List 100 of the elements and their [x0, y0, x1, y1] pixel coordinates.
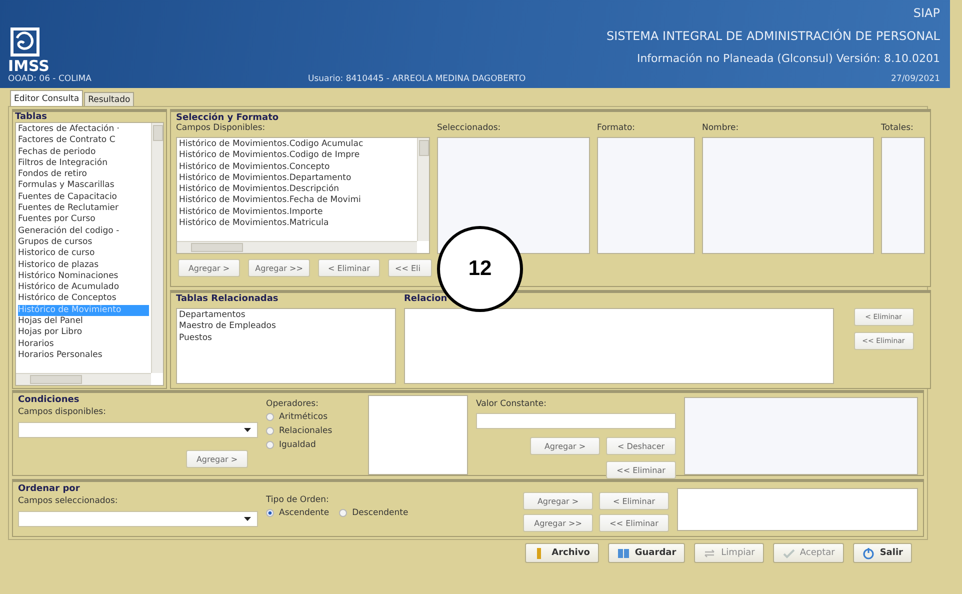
module-title: Información no Planeada (Glconsul) Versión: 8.10.0201	[636, 52, 940, 65]
radio-label: Ascendente	[279, 508, 330, 518]
user-label: Usuario: 8410445 - ARREOLA MEDINA DAGOBERTO	[308, 74, 527, 84]
list-item[interactable]: Maestro de Empleados	[179, 321, 393, 333]
dropdown-arrow-icon	[244, 517, 251, 521]
list-item[interactable]: Histórico Nominaciones	[18, 270, 149, 282]
action-button[interactable]: Guardar	[608, 543, 686, 563]
list-item[interactable]: Fuentes de Reclutamier	[18, 203, 149, 214]
operators-box[interactable]	[368, 395, 468, 475]
button[interactable]: << Eliminar	[599, 514, 669, 532]
vertical-scrollbar[interactable]	[151, 123, 163, 373]
tab[interactable]: Editor Consulta	[10, 90, 84, 106]
list-item[interactable]: Formulas y Mascarillas	[18, 180, 149, 192]
list-item[interactable]: Histórico de Movimientos.Concepto	[179, 162, 415, 173]
list-item[interactable]: Fechas de periodo	[18, 146, 149, 158]
relations-box[interactable]	[404, 308, 834, 384]
list-item[interactable]: Histórico de Movimientos.Descripción	[179, 184, 415, 196]
tables-list[interactable]	[15, 122, 164, 386]
button[interactable]: Agregar >	[523, 492, 593, 510]
list-item[interactable]: Historico de curso	[18, 248, 149, 260]
column-label: Nombre:	[702, 123, 740, 135]
group-title: Selección y Formato	[176, 113, 280, 123]
button[interactable]: < Eliminar	[599, 492, 669, 510]
list-item[interactable]: Generación del codigo -	[18, 226, 149, 237]
radio-button[interactable]	[266, 441, 274, 449]
list-item[interactable]: Histórico de Movimientos.Matricula	[179, 218, 415, 230]
dropdown[interactable]	[18, 422, 258, 438]
radio-button[interactable]	[266, 509, 274, 517]
list-item[interactable]: Grupos de cursos	[18, 236, 149, 248]
system-title: SISTEMA INTEGRAL DE ADMINISTRACIÓN DE PERSONAL	[606, 29, 940, 43]
button[interactable]: << Eliminar	[606, 461, 676, 479]
button[interactable]: < Deshacer	[606, 437, 676, 455]
check-icon	[782, 546, 795, 560]
list-box[interactable]	[702, 137, 874, 254]
button[interactable]: < Eliminar	[318, 259, 380, 277]
list-item[interactable]: Factores de Contrato C	[18, 135, 149, 147]
list-item[interactable]: Histórico de Movimientos.Fecha de Movimi	[179, 195, 415, 207]
radio-button[interactable]	[339, 509, 348, 517]
vertical-scrollbar[interactable]	[417, 138, 429, 241]
logo-text: IMSS	[8, 59, 50, 74]
sort-box[interactable]	[677, 488, 918, 531]
action-button[interactable]: Salir	[852, 543, 912, 563]
button[interactable]: Agregar >	[178, 259, 240, 277]
field-label: Valor Constante:	[476, 399, 548, 409]
list-box[interactable]	[597, 137, 695, 254]
button[interactable]: << Eli	[388, 259, 432, 277]
list-item[interactable]: Histórico de Conceptos	[18, 293, 149, 305]
group-title: Condiciones	[18, 395, 80, 405]
list-item[interactable]: Filtros de Integración	[18, 158, 149, 170]
horizontal-scrollbar[interactable]	[177, 241, 417, 253]
date-label: 27/09/2021	[891, 74, 940, 84]
action-button[interactable]: Archivo	[524, 543, 599, 563]
power-icon	[862, 546, 875, 560]
group-title: Tablas Relacionadas	[176, 294, 280, 306]
logo-icon	[8, 25, 42, 59]
list-item[interactable]: Histórico de Movimientos.Codigo de Impre	[179, 150, 415, 162]
dropdown[interactable]	[18, 511, 258, 527]
list-item[interactable]: Fuentes de Capacitacio	[18, 192, 149, 204]
radio-label: Aritméticos	[279, 412, 328, 422]
column-label: Formato:	[597, 123, 636, 135]
app-name: SIAP	[913, 6, 940, 20]
fields-list[interactable]	[176, 137, 430, 254]
list-item[interactable]: Histórico de Movimientos.Importe	[179, 206, 415, 218]
office-label: OOAD: 06 - COLIMA	[8, 74, 92, 84]
list-item[interactable]: Departamentos	[179, 310, 393, 322]
list-item[interactable]: Puestos	[179, 332, 393, 344]
conditions-box[interactable]	[684, 397, 918, 475]
list-box[interactable]	[437, 137, 590, 254]
radio-label: Relacionales	[279, 426, 332, 436]
list-item[interactable]: Hojas por Libro	[18, 327, 149, 339]
list-item[interactable]: Factores de Afectación ·	[18, 124, 149, 136]
field-label: Campos disponibles:	[18, 407, 107, 417]
list-item[interactable]: Historico de plazas	[18, 260, 149, 271]
button[interactable]: Agregar >	[530, 437, 600, 455]
list-item[interactable]: Horarios	[18, 338, 149, 350]
radio-button[interactable]	[266, 427, 274, 435]
dropdown-arrow-icon	[244, 428, 251, 432]
radio-button[interactable]	[266, 413, 274, 421]
related-tables-list[interactable]: Departamentos Maestro de Empleados Puestos	[176, 308, 396, 384]
button[interactable]: Agregar >	[186, 450, 248, 468]
horizontal-scrollbar[interactable]	[16, 373, 151, 385]
button[interactable]: Agregar >>	[248, 259, 310, 277]
list-item[interactable]: Histórico de Movimientos.Codigo Acumulac	[179, 139, 415, 150]
group-title: Ordenar por	[18, 484, 81, 494]
list-item[interactable]: Horarios Personales	[18, 350, 149, 362]
list-item[interactable]: Hojas del Panel	[18, 316, 149, 328]
radio-label: Igualdad	[279, 440, 316, 450]
input-field[interactable]	[476, 413, 676, 429]
list-item[interactable]: Fondos de retiro	[18, 169, 149, 180]
button[interactable]: Agregar >>	[523, 514, 593, 532]
save-icon	[616, 546, 630, 560]
radio-label: Descendente	[352, 508, 408, 518]
field-label: Tipo de Orden:	[266, 495, 330, 505]
list-item[interactable]: Fuentes por Curso	[18, 214, 149, 226]
tab[interactable]: Resultado	[84, 92, 134, 106]
list-box[interactable]	[881, 137, 925, 254]
arrows-icon	[703, 546, 716, 560]
group-title: Tablas	[15, 112, 48, 122]
list-item[interactable]: Histórico de Movimientos.Departamento	[179, 172, 415, 184]
list-item[interactable]: Histórico de Acumulado	[18, 282, 149, 294]
